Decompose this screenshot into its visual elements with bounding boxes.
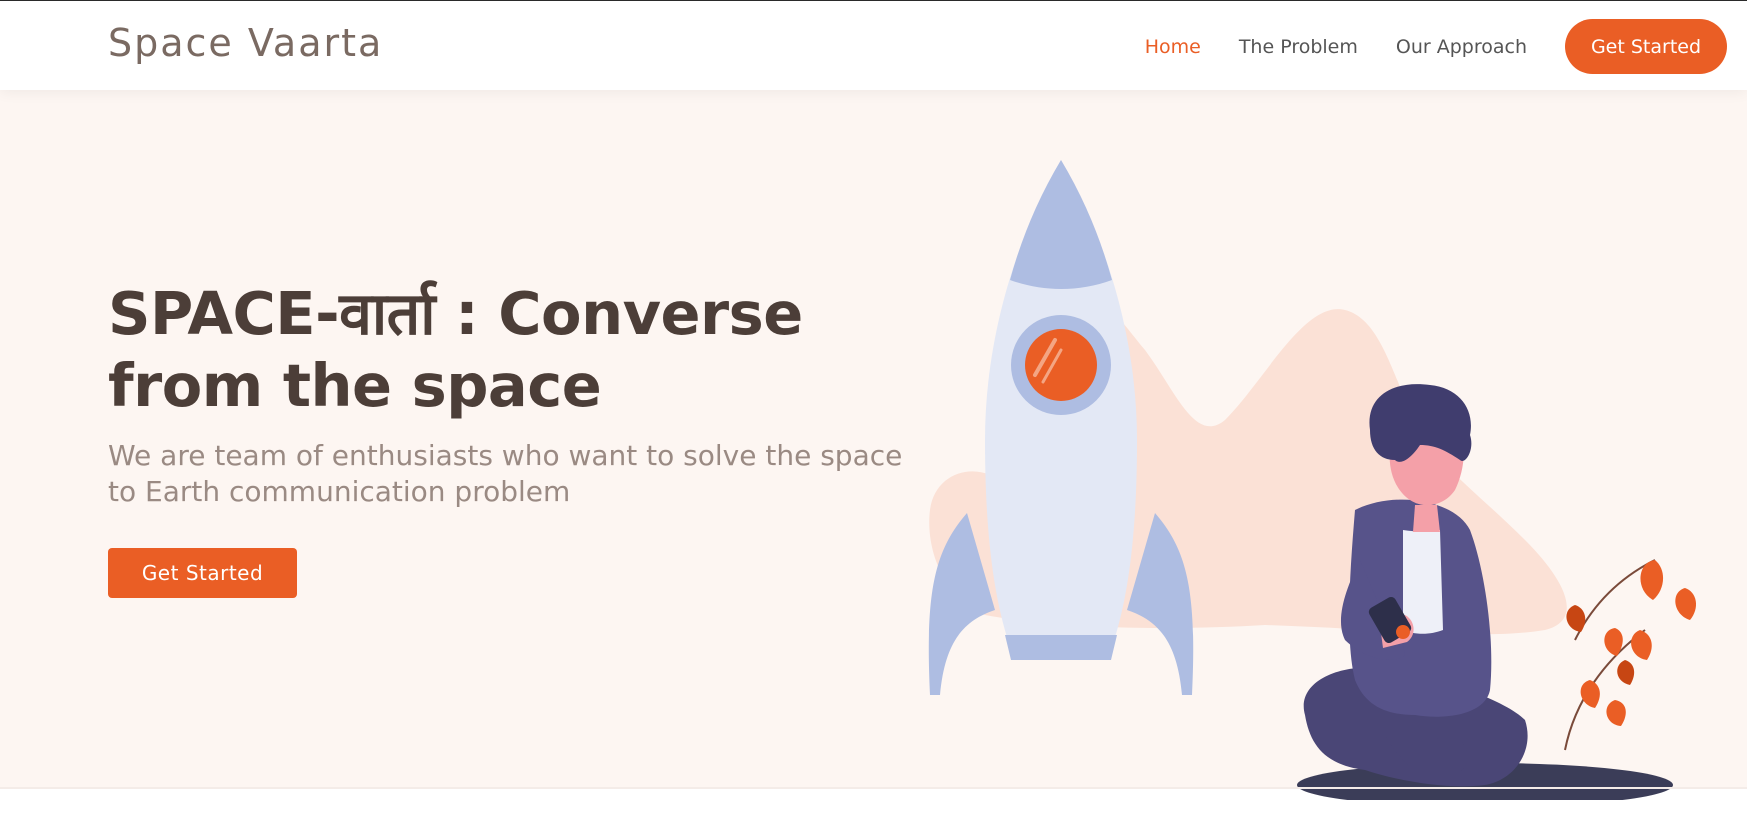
right-plant-icon bbox=[1564, 559, 1697, 751]
nav-link-home[interactable]: Home bbox=[1145, 36, 1201, 58]
rocket-illustration-icon bbox=[928, 160, 1697, 800]
hero-title: SPACE-वार्ता : Converse from the space bbox=[108, 279, 803, 420]
site-header: Space Vaarta Home The Problem Our Approa… bbox=[0, 1, 1747, 90]
nav-link-our-approach[interactable]: Our Approach bbox=[1396, 36, 1527, 58]
hero-get-started-button[interactable]: Get Started bbox=[108, 548, 297, 598]
nav-get-started-button[interactable]: Get Started bbox=[1565, 19, 1727, 74]
hero-subtitle: We are team of enthusiasts who want to s… bbox=[108, 439, 903, 508]
nav-link-the-problem[interactable]: The Problem bbox=[1239, 36, 1358, 58]
section-divider bbox=[0, 787, 1747, 789]
site-logo[interactable]: Space Vaarta bbox=[108, 21, 383, 65]
main-nav: Home The Problem Our Approach Get Starte… bbox=[1145, 19, 1727, 74]
hero-section: SPACE-वार्ता : Converse from the space W… bbox=[0, 90, 1747, 800]
